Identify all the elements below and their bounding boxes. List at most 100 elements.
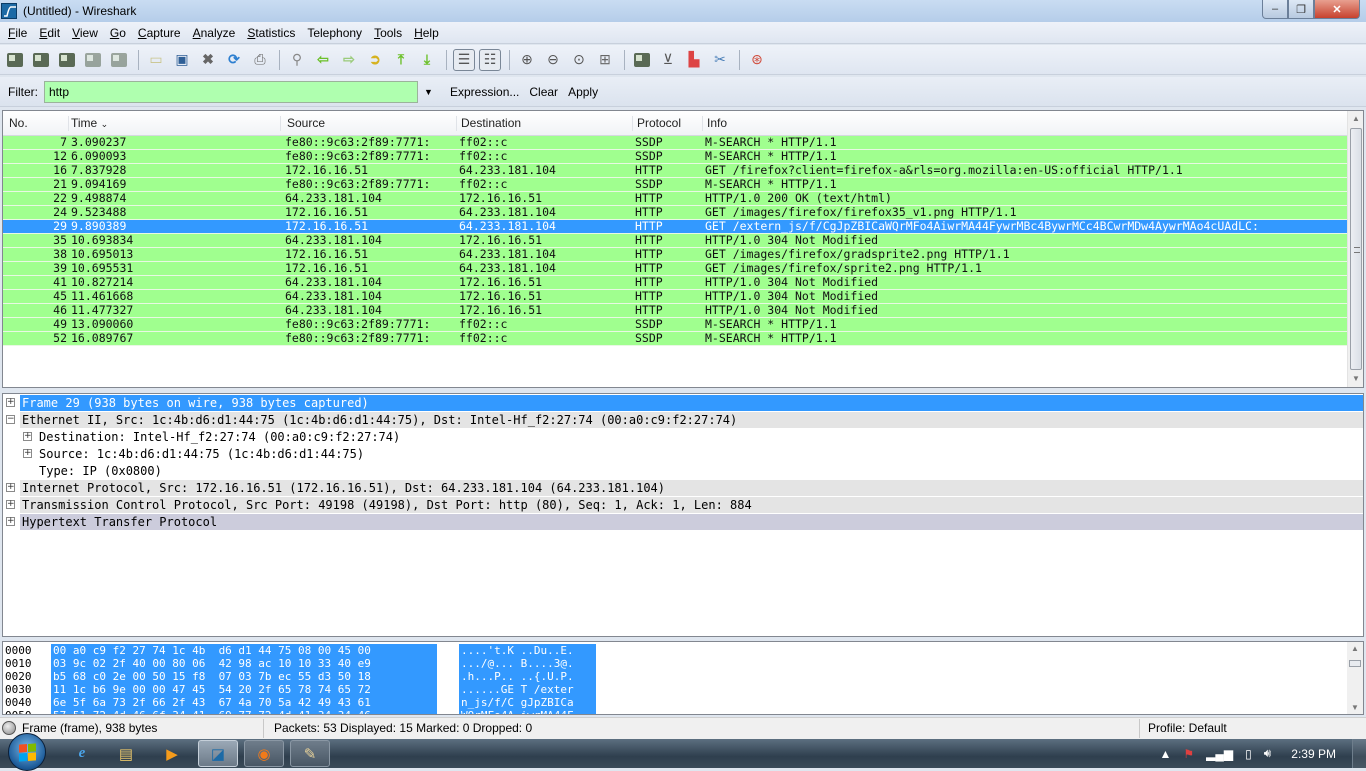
minimize-button[interactable]: – [1262,0,1288,19]
scroll-up-icon[interactable]: ▲ [1347,644,1363,653]
help-button[interactable]: ⊛ [746,49,768,71]
scroll-up-icon[interactable]: ▲ [1348,111,1364,127]
paint-icon[interactable]: ✎ [290,740,330,767]
capture-stop-button[interactable] [82,49,104,71]
packet-row[interactable]: 229.49887464.233.181.104172.16.16.51HTTP… [3,192,1348,206]
colorize-button[interactable]: ☰ [453,49,475,71]
detail-tree-item[interactable]: +Hypertext Transfer Protocol [3,514,1363,530]
packet-row[interactable]: 4913.090060fe80::9c63:2f89:7771:ff02::cS… [3,318,1348,332]
menu-file[interactable]: File [4,26,31,40]
scrollbar-thumb[interactable] [1350,128,1362,370]
bytes-hex[interactable]: b5 68 c0 2e 00 50 15 f8 07 03 7b ec 55 d… [51,670,437,683]
menu-analyze[interactable]: Analyze [189,26,240,40]
column-header-destination[interactable]: Destination [461,116,633,131]
column-header-protocol[interactable]: Protocol [637,116,703,131]
bytes-ascii[interactable]: ......GE T /exter [459,683,596,696]
expression-button[interactable]: Expression... [450,85,519,99]
expand-icon[interactable]: + [6,500,15,509]
display-filter-input[interactable]: http [44,81,418,103]
capture-start-button[interactable] [56,49,78,71]
zoom-normal-button[interactable]: ⊙ [568,49,590,71]
display-filters-button[interactable]: ⊻ [657,49,679,71]
menu-tools[interactable]: Tools [370,26,406,40]
firefox-icon[interactable]: ◉ [244,740,284,767]
bytes-ascii[interactable]: WQrMFo4A iwrMA44F [459,709,596,715]
zoom-in-button[interactable]: ⊕ [516,49,538,71]
apply-filter-button[interactable]: Apply [568,85,598,99]
zoom-out-button[interactable]: ⊖ [542,49,564,71]
column-header-time[interactable]: Time ⌄ [71,116,281,131]
bytes-ascii[interactable]: .h...P.. ..{.U.P. [459,670,596,683]
open-file-button[interactable]: ▭ [145,49,167,71]
volume-icon[interactable]: 🔊︎ [1264,746,1272,761]
save-file-button[interactable]: ▣ [171,49,193,71]
clock[interactable]: 2:39 PM [1291,747,1336,761]
packet-row[interactable]: 167.837928172.16.16.5164.233.181.104HTTP… [3,164,1348,178]
expand-icon[interactable]: + [23,432,32,441]
collapse-icon[interactable]: − [6,415,15,424]
bytes-ascii[interactable]: .../@... B....3@. [459,657,596,670]
media-player-icon[interactable]: ▶ [152,740,192,767]
expand-icon[interactable]: + [6,398,15,407]
menu-statistics[interactable]: Statistics [243,26,299,40]
bytes-hex[interactable]: 11 1c b6 9e 00 00 47 45 54 20 2f 65 78 7… [51,683,437,696]
packet-row[interactable]: 3910.695531172.16.16.5164.233.181.104HTT… [3,262,1348,276]
bytes-hex[interactable]: 03 9c 02 2f 40 00 80 06 42 98 ac 10 10 3… [51,657,437,670]
packet-row[interactable]: 3810.695013172.16.16.5164.233.181.104HTT… [3,248,1348,262]
internet-explorer-icon[interactable]: e [62,740,102,767]
packet-row[interactable]: 4611.47732764.233.181.104172.16.16.51HTT… [3,304,1348,318]
packet-list-scrollbar[interactable]: ▲ ▼ [1347,111,1363,387]
action-center-icon[interactable]: ⚑ [1183,747,1194,761]
detail-tree-item[interactable]: +Source: 1c:4b:d6:d1:44:75 (1c:4b:d6:d1:… [3,446,1363,462]
packet-row[interactable]: 219.094169fe80::9c63:2f89:7771:ff02::cSS… [3,178,1348,192]
column-header-source[interactable]: Source [287,116,457,131]
packet-row[interactable]: 4511.46166864.233.181.104172.16.16.51HTT… [3,290,1348,304]
bytes-hex[interactable]: 00 a0 c9 f2 27 74 1c 4b d6 d1 44 75 08 0… [51,644,437,657]
show-hidden-icons[interactable]: ▲ [1160,747,1172,761]
menu-help[interactable]: Help [410,26,443,40]
packet-row[interactable]: 299.890389172.16.16.5164.233.181.104HTTP… [3,220,1348,234]
show-desktop-button[interactable] [1352,739,1366,768]
detail-tree-item[interactable]: +Destination: Intel-Hf_f2:27:74 (00:a0:c… [3,429,1363,445]
detail-tree-item[interactable]: +Internet Protocol, Src: 172.16.16.51 (1… [3,480,1363,496]
menu-edit[interactable]: Edit [35,26,64,40]
detail-tree-item[interactable]: Type: IP (0x0800) [3,463,1363,479]
go-forward-button[interactable]: ⇨ [338,49,360,71]
resize-columns-button[interactable]: ⊞ [594,49,616,71]
auto-scroll-button[interactable]: ☷ [479,49,501,71]
packet-row[interactable]: 3510.69383464.233.181.104172.16.16.51HTT… [3,234,1348,248]
coloring-rules-button[interactable]: ▙ [683,49,705,71]
bytes-scrollbar[interactable]: ▲ ▼ [1347,642,1363,714]
close-button[interactable]: ✕ [1314,0,1360,19]
bytes-ascii[interactable]: n_js/f/C gJpZBICa [459,696,596,709]
expand-icon[interactable]: + [6,517,15,526]
packet-row[interactable]: 5216.089767fe80::9c63:2f89:7771:ff02::cS… [3,332,1348,346]
reload-button[interactable]: ⟳ [223,49,245,71]
bytes-hex[interactable]: 6e 5f 6a 73 2f 66 2f 43 67 4a 70 5a 42 4… [51,696,437,709]
detail-tree-item[interactable]: −Ethernet II, Src: 1c:4b:d6:d1:44:75 (1c… [3,412,1363,428]
go-to-packet-button[interactable]: ➲ [364,49,386,71]
filter-dropdown-icon[interactable]: ▼ [424,87,438,97]
clear-filter-button[interactable]: Clear [529,85,558,99]
expand-icon[interactable]: + [23,449,32,458]
capture-filters-button[interactable] [631,49,653,71]
packet-row[interactable]: 73.090237fe80::9c63:2f89:7771:ff02::cSSD… [3,136,1348,150]
preferences-button[interactable]: ✂ [709,49,731,71]
start-button[interactable] [8,733,46,771]
battery-icon[interactable]: ▯ [1245,747,1252,761]
wireshark-icon[interactable]: ◪ [198,740,238,767]
find-packet-button[interactable]: ⚲ [286,49,308,71]
detail-tree-item[interactable]: +Frame 29 (938 bytes on wire, 938 bytes … [3,395,1363,411]
packet-row[interactable]: 249.523488172.16.16.5164.233.181.104HTTP… [3,206,1348,220]
menu-telephony[interactable]: Telephony [303,26,366,40]
menu-view[interactable]: View [68,26,102,40]
network-signal-icon[interactable]: ▂▄▆ [1206,747,1233,761]
menu-capture[interactable]: Capture [134,26,185,40]
capture-restart-button[interactable] [108,49,130,71]
bytes-hex[interactable]: 57 51 72 4d 46 6f 34 41 69 77 72 4d 41 3… [51,709,437,715]
expert-info-led-icon[interactable] [2,721,16,735]
interfaces-button[interactable] [4,49,26,71]
file-explorer-icon[interactable]: ▤ [106,740,146,767]
close-file-button[interactable]: ✖ [197,49,219,71]
go-first-button[interactable]: ⤒ [390,49,412,71]
